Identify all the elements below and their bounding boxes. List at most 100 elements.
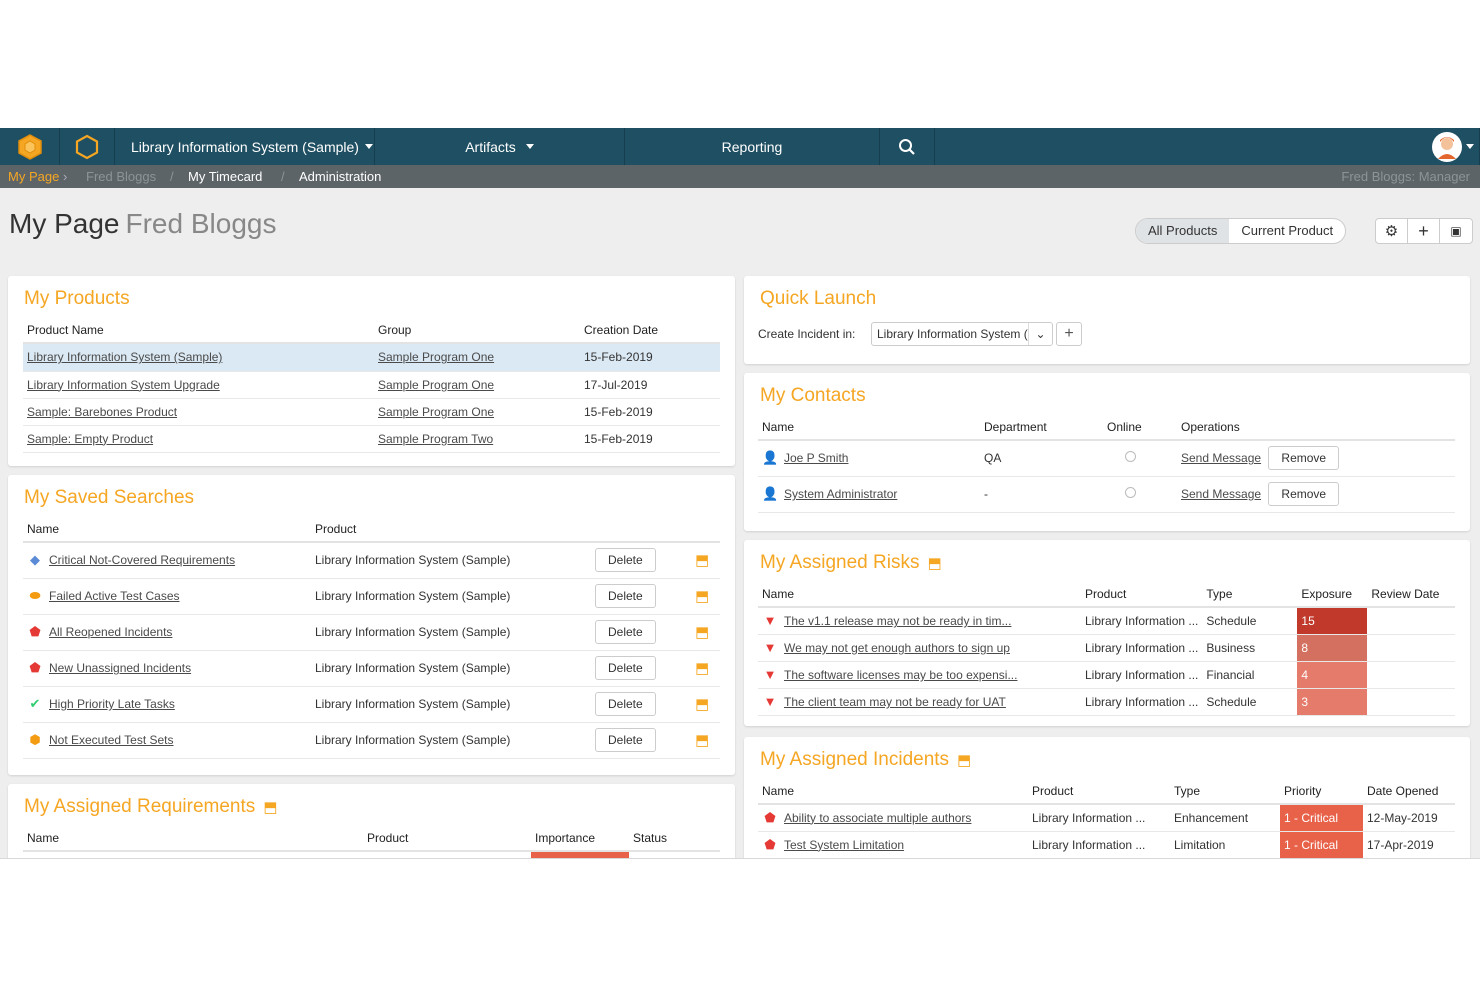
delete-button[interactable]: Delete [595, 728, 656, 752]
search-button[interactable] [880, 128, 935, 165]
table-row[interactable]: ⬟ Ability to associate multiple authors L… [758, 804, 1455, 832]
table-row[interactable] [23, 851, 720, 858]
rss-feed-icon[interactable]: ⬒ [957, 751, 971, 769]
reporting-menu[interactable]: Reporting [625, 128, 880, 165]
rss-feed-icon[interactable]: ⬒ [263, 798, 277, 816]
delete-button[interactable]: Delete [595, 548, 656, 573]
table-row[interactable]: ⬟ Test System Limitation Library Informat… [758, 831, 1455, 858]
risk-link[interactable]: We may not get enough authors to sign up [784, 641, 1010, 655]
contact-link[interactable]: Joe P Smith [784, 451, 848, 465]
table-row[interactable]: 👤 Joe P Smith QA Send Message Remove [758, 440, 1455, 477]
column-header[interactable]: Exposure [1297, 581, 1368, 608]
group-link[interactable]: Sample Program One [378, 350, 494, 364]
product-link[interactable]: Library Information System (Sample) [27, 350, 222, 364]
column-header[interactable]: Name [758, 778, 1028, 805]
saved-search-link[interactable]: All Reopened Incidents [49, 625, 172, 639]
hexagon-icon[interactable] [60, 128, 115, 165]
table-row[interactable]: ⬟ New Unassigned Incidents Library Inform… [23, 650, 720, 687]
table-row[interactable]: ✔ High Priority Late Tasks Library Inform… [23, 686, 720, 723]
column-header[interactable]: Priority [1280, 778, 1363, 805]
risk-link[interactable]: The v1.1 release may not be ready in tim… [784, 614, 1011, 628]
product-selector[interactable]: Library Information System (Sample) [115, 128, 375, 165]
rss-feed-icon[interactable]: ⬒ [695, 587, 709, 605]
table-row[interactable]: Library Information System Upgrade Sampl… [23, 371, 720, 399]
breadcrumb-my-page[interactable]: My Page › [8, 165, 67, 188]
remove-button[interactable]: Remove [1268, 446, 1340, 471]
delete-button[interactable]: Delete [595, 620, 656, 644]
risk-link[interactable]: The software licenses may be too expensi… [784, 668, 1017, 682]
breadcrumb-administration[interactable]: Administration [299, 165, 381, 188]
table-row[interactable]: ⬢ Not Executed Test Sets Library Informat… [23, 722, 720, 759]
breadcrumb-user[interactable]: Fred Bloggs [86, 165, 156, 188]
table-row[interactable]: Sample: Empty Product Sample Program Two… [23, 425, 720, 453]
table-row[interactable]: ▼ We may not get enough authors to sign u… [758, 634, 1455, 662]
product-link[interactable]: Sample: Barebones Product [27, 405, 177, 419]
rss-feed-icon[interactable]: ⬒ [695, 695, 709, 713]
column-header[interactable]: Operations [1177, 414, 1455, 441]
column-header[interactable]: Product [363, 825, 531, 852]
saved-search-link[interactable]: New Unassigned Incidents [49, 661, 191, 675]
add-widget-button[interactable]: + [1408, 219, 1440, 243]
column-header[interactable]: Type [1202, 581, 1298, 608]
table-row[interactable]: Library Information System (Sample) Samp… [23, 343, 720, 372]
user-menu[interactable] [1425, 128, 1480, 165]
current-product-button[interactable]: Current Product [1229, 219, 1345, 243]
group-link[interactable]: Sample Program One [378, 378, 494, 392]
remove-button[interactable]: Remove [1268, 482, 1340, 506]
column-header[interactable]: Product [1028, 778, 1170, 805]
delete-button[interactable]: Delete [595, 656, 656, 680]
table-row[interactable]: ▼ The v1.1 release may not be ready in ti… [758, 607, 1455, 635]
column-header[interactable]: Product [311, 516, 591, 543]
rss-feed-icon[interactable]: ⬒ [695, 731, 709, 749]
table-row[interactable]: Sample: Barebones Product Sample Program… [23, 398, 720, 426]
column-header[interactable]: Department [980, 414, 1103, 441]
risk-link[interactable]: The client team may not be ready for UAT [784, 695, 1006, 709]
delete-button[interactable]: Delete [595, 584, 656, 608]
column-header[interactable]: Status [629, 825, 720, 852]
column-header[interactable]: Date Opened [1363, 778, 1455, 805]
layout-button[interactable]: ▣ [1440, 219, 1472, 243]
all-products-button[interactable]: All Products [1136, 219, 1230, 243]
saved-search-link[interactable]: Failed Active Test Cases [49, 589, 180, 603]
table-row[interactable]: ⬟ All Reopened Incidents Library Informat… [23, 614, 720, 651]
incident-link[interactable]: Ability to associate multiple authors [784, 811, 971, 825]
column-header[interactable]: Name [758, 581, 1081, 608]
table-row[interactable]: ◆ Critical Not-Covered Requirements Libra… [23, 542, 720, 579]
column-header[interactable]: Name [23, 825, 363, 852]
create-incident-button[interactable]: + [1056, 322, 1082, 346]
column-header[interactable]: Name [758, 414, 980, 441]
rss-feed-icon[interactable]: ⬒ [695, 623, 709, 641]
table-row[interactable]: ▼ The client team may not be ready for UA… [758, 688, 1455, 716]
contact-link[interactable]: System Administrator [784, 487, 897, 501]
column-header[interactable]: Name [23, 516, 311, 543]
column-header[interactable]: Review Date [1367, 581, 1455, 608]
saved-search-link[interactable]: High Priority Late Tasks [49, 697, 175, 711]
column-header[interactable]: Product Name [23, 317, 374, 344]
product-link[interactable]: Library Information System Upgrade [27, 378, 220, 392]
column-header[interactable]: Product [1081, 581, 1203, 608]
column-header[interactable]: Type [1170, 778, 1280, 805]
rss-feed-icon[interactable]: ⬒ [695, 551, 709, 569]
delete-button[interactable]: Delete [595, 692, 656, 716]
saved-search-link[interactable]: Not Executed Test Sets [49, 733, 174, 747]
group-link[interactable]: Sample Program One [378, 405, 494, 419]
spira-logo-icon[interactable] [0, 128, 60, 165]
table-row[interactable]: ⬬ Failed Active Test Cases Library Inform… [23, 578, 720, 615]
group-link[interactable]: Sample Program Two [378, 432, 493, 446]
table-row[interactable]: ▼ The software licenses may be too expens… [758, 661, 1455, 689]
breadcrumb-timecard[interactable]: My Timecard [188, 165, 262, 188]
column-header[interactable]: Group [374, 317, 580, 344]
table-row[interactable]: 👤 System Administrator - Send Message Rem… [758, 476, 1455, 513]
product-link[interactable]: Sample: Empty Product [27, 432, 153, 446]
rss-feed-icon[interactable]: ⬒ [695, 659, 709, 677]
rss-feed-icon[interactable]: ⬒ [927, 554, 941, 572]
column-header[interactable]: Importance [531, 825, 629, 852]
artifacts-menu[interactable]: Artifacts [375, 128, 625, 165]
saved-search-link[interactable]: Critical Not-Covered Requirements [49, 553, 235, 567]
column-header[interactable]: Online [1103, 414, 1177, 441]
column-header[interactable]: Creation Date [580, 317, 720, 344]
create-incident-product-select[interactable]: Library Information System (Sample) ⌄ [871, 322, 1053, 346]
incident-link[interactable]: Test System Limitation [784, 838, 904, 852]
settings-button[interactable]: ⚙ [1376, 219, 1408, 243]
send-message-link[interactable]: Send Message [1181, 451, 1261, 465]
